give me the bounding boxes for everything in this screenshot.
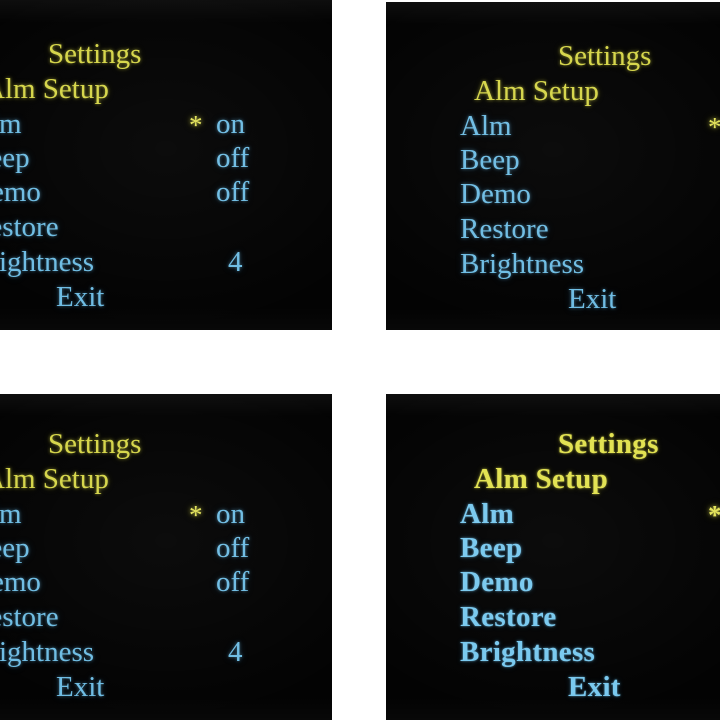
osd-screen-top-right: Settings Alm Setup Alm Beep Demo Restore… (386, 2, 720, 330)
menu-item-brightness-value[interactable]: 4 (228, 636, 243, 669)
menu-item-beep-value[interactable]: off (216, 142, 249, 175)
selection-marker-icon: * (708, 112, 720, 143)
osd-panel-top-right: Settings Alm Setup Alm Beep Demo Restore… (386, 2, 720, 330)
menu-item-alm-label[interactable]: Alm (0, 498, 22, 531)
menu-item-demo-label[interactable]: Demo (0, 566, 41, 599)
menu-item-beep-label[interactable]: Beep (0, 532, 30, 565)
menu-item-demo-label[interactable]: Demo (460, 566, 534, 599)
osd-title: Settings (558, 428, 659, 460)
menu-item-beep-label[interactable]: Beep (460, 144, 520, 177)
menu-item-restore-label[interactable]: Restore (0, 601, 59, 634)
osd-subtitle: Alm Setup (0, 73, 109, 105)
osd-panel-bottom-right: Settings Alm Setup Alm Beep Demo Restore… (386, 394, 720, 720)
menu-item-restore-label[interactable]: Restore (0, 211, 59, 244)
menu-item-alm-label[interactable]: Alm (0, 108, 22, 141)
selection-marker-icon: * (708, 500, 720, 531)
menu-item-alm-label[interactable]: Alm (460, 498, 514, 531)
selection-marker-icon: * (189, 500, 203, 530)
exit-button[interactable]: Exit (568, 283, 616, 316)
menu-item-brightness-value[interactable]: 4 (228, 246, 243, 279)
osd-panel-bottom-left: Settings Alm Setup Alm Beep Demo Restore… (0, 394, 332, 720)
exit-button[interactable]: Exit (56, 281, 104, 314)
screenshot-grid: Settings Alm Setup Alm Beep Demo Restore… (0, 0, 720, 720)
menu-item-restore-label[interactable]: Restore (460, 601, 557, 634)
menu-item-beep-label[interactable]: Beep (0, 142, 30, 175)
menu-item-brightness-label[interactable]: Brightness (0, 246, 94, 279)
osd-screen-bottom-left: Settings Alm Setup Alm Beep Demo Restore… (0, 394, 332, 720)
osd-title: Settings (48, 38, 142, 70)
menu-item-demo-value[interactable]: off (216, 176, 249, 209)
menu-item-alm-value[interactable]: on (216, 498, 245, 531)
menu-item-beep-label[interactable]: Beep (460, 532, 522, 565)
osd-screen-top-left: Settings Alm Setup Alm Beep Demo Restore… (0, 0, 332, 330)
osd-subtitle: Alm Setup (0, 463, 109, 495)
osd-subtitle: Alm Setup (474, 75, 599, 107)
menu-item-demo-label[interactable]: Demo (0, 176, 41, 209)
menu-item-brightness-label[interactable]: Brightness (460, 636, 595, 669)
menu-item-demo-label[interactable]: Demo (460, 178, 531, 211)
menu-item-beep-value[interactable]: off (216, 532, 249, 565)
menu-item-brightness-label[interactable]: Brightness (0, 636, 94, 669)
osd-title: Settings (558, 40, 652, 72)
menu-item-brightness-label[interactable]: Brightness (460, 248, 584, 281)
menu-item-alm-label[interactable]: Alm (460, 110, 512, 143)
osd-subtitle: Alm Setup (474, 463, 609, 495)
selection-marker-icon: * (189, 110, 203, 140)
osd-title: Settings (48, 428, 142, 460)
menu-item-alm-value[interactable]: on (216, 108, 245, 141)
menu-item-restore-label[interactable]: Restore (460, 213, 549, 246)
osd-panel-top-left: Settings Alm Setup Alm Beep Demo Restore… (0, 0, 332, 330)
menu-item-demo-value[interactable]: off (216, 566, 249, 599)
exit-button[interactable]: Exit (568, 671, 621, 704)
osd-screen-bottom-right: Settings Alm Setup Alm Beep Demo Restore… (386, 394, 720, 720)
exit-button[interactable]: Exit (56, 671, 104, 704)
